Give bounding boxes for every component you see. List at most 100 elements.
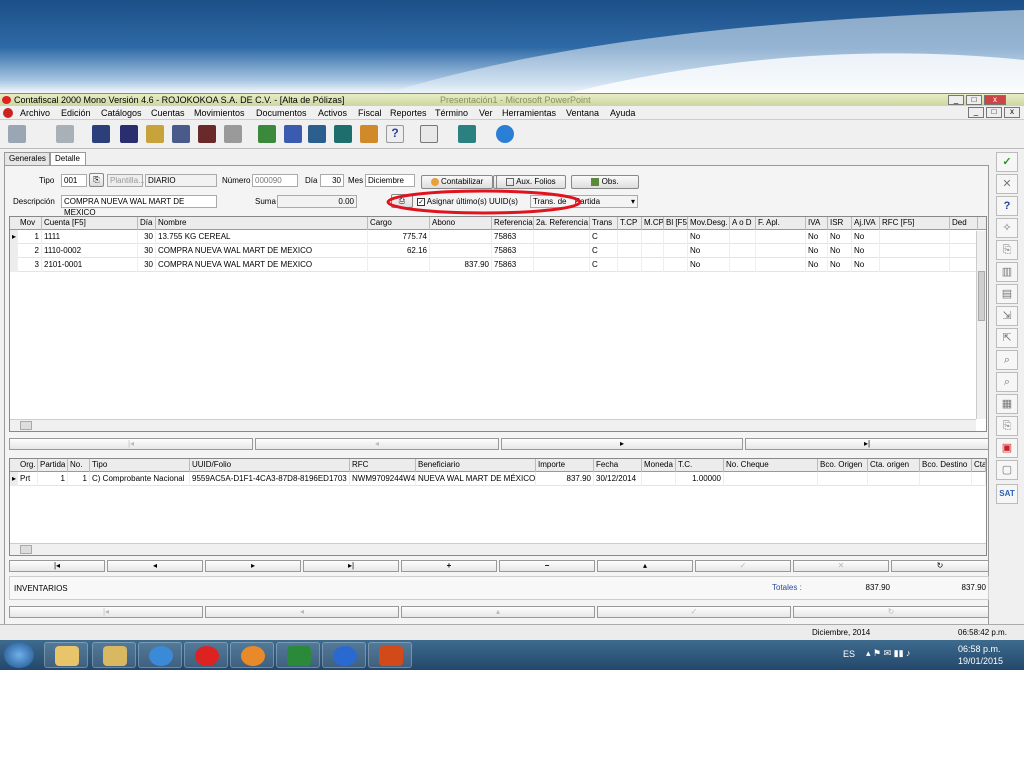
cell-bcodest[interactable]: [920, 472, 972, 486]
taskbar-aceb-app[interactable]: [230, 642, 274, 668]
col-no-cheque[interactable]: No. Cheque: [724, 459, 818, 472]
movement-row[interactable]: 2 1110-0002 30 COMPRA NUEVA WAL MART DE MEX…: [10, 244, 978, 258]
mes-field[interactable]: Diciembre: [365, 174, 415, 187]
documents-hscroll-thumb[interactable]: [20, 545, 32, 554]
cell-tipo[interactable]: C) Comprobante Nacional: [90, 472, 190, 486]
col-isr[interactable]: ISR: [828, 217, 852, 230]
cell-cuenta[interactable]: 1111: [42, 230, 138, 244]
network-icon[interactable]: [458, 125, 476, 143]
cell-dia[interactable]: 30: [138, 258, 156, 272]
mdi-close-button[interactable]: x: [1004, 107, 1020, 118]
menu-catalogos[interactable]: Catálogos: [101, 108, 142, 118]
books-icon[interactable]: [146, 125, 164, 143]
menu-herramientas[interactable]: Herramientas: [502, 108, 556, 118]
col-cta-destino[interactable]: Cta.: [972, 459, 986, 472]
close-button[interactable]: x: [984, 95, 1006, 105]
menu-termino[interactable]: Término: [435, 108, 468, 118]
col-bco-origen[interactable]: Bco. Origen: [818, 459, 868, 472]
movements-vscroll-thumb[interactable]: [978, 271, 985, 321]
tipo-field[interactable]: 001: [61, 174, 87, 187]
organization-icon[interactable]: [92, 125, 110, 143]
cell-fapl[interactable]: [756, 244, 806, 258]
row-indicator-icon[interactable]: [10, 258, 18, 272]
ledger-icon[interactable]: [198, 125, 216, 143]
cell-fapl[interactable]: [756, 258, 806, 272]
cell-trans[interactable]: C: [590, 230, 618, 244]
cell-mov[interactable]: 1: [18, 230, 42, 244]
col-org[interactable]: Org.: [18, 459, 38, 472]
cell-bl[interactable]: [664, 230, 688, 244]
pdf-icon[interactable]: ▣: [996, 438, 1018, 458]
col-tc[interactable]: T.C.: [676, 459, 724, 472]
col-partida[interactable]: Partida: [38, 459, 68, 472]
app-menu-icon[interactable]: [3, 108, 13, 118]
col-no[interactable]: No.: [68, 459, 90, 472]
tab-generales[interactable]: Generales: [4, 152, 50, 166]
tab-detalle[interactable]: Detalle: [50, 152, 86, 166]
documents-hscrollbar[interactable]: [10, 543, 986, 555]
help-side-icon[interactable]: ?: [996, 196, 1018, 216]
movement-row[interactable]: 3 2101-0001 30 COMPRA NUEVA WAL MART DE MEX…: [10, 258, 978, 272]
cell-ctaorig[interactable]: [868, 472, 920, 486]
save-icon[interactable]: [8, 125, 26, 143]
import-icon[interactable]: ⇲: [996, 306, 1018, 326]
cell-bl[interactable]: [664, 258, 688, 272]
cell-isr[interactable]: No: [828, 244, 852, 258]
cell-iva[interactable]: No: [806, 258, 828, 272]
cell-desg[interactable]: No: [688, 258, 730, 272]
menu-ventana[interactable]: Ventana: [566, 108, 599, 118]
movements-hscrollbar[interactable]: [10, 419, 976, 431]
doc-cancel-icon[interactable]: ✕: [793, 560, 889, 572]
cell-rfc[interactable]: NWM9709244W4: [350, 472, 416, 486]
dia-field[interactable]: 30: [320, 174, 344, 187]
cell-mcp[interactable]: [642, 230, 664, 244]
clipboard-icon[interactable]: ▢: [996, 460, 1018, 480]
cell-cheque[interactable]: [724, 472, 818, 486]
cell-bl[interactable]: [664, 244, 688, 258]
cell-nombre[interactable]: 13.755 KG CEREAL: [156, 230, 368, 244]
cell-mov[interactable]: 2: [18, 244, 42, 258]
movements-hscroll-thumb[interactable]: [20, 421, 32, 430]
cell-mov[interactable]: 3: [18, 258, 42, 272]
cell-mcp[interactable]: [642, 244, 664, 258]
cell-importe[interactable]: 837.90: [536, 472, 594, 486]
cell-desg[interactable]: No: [688, 244, 730, 258]
sat-icon[interactable]: [360, 125, 378, 143]
cell-abono[interactable]: 837.90: [430, 258, 492, 272]
language-indicator[interactable]: ES: [843, 649, 855, 659]
nav-prior-icon[interactable]: ◂: [255, 438, 499, 450]
col-cta-origen[interactable]: Cta. origen: [868, 459, 920, 472]
cell-ref2[interactable]: [534, 244, 590, 258]
doc-delete-icon[interactable]: −: [499, 560, 595, 572]
col-cuenta[interactable]: Cuenta [F5]: [42, 217, 138, 230]
cell-dia[interactable]: 30: [138, 244, 156, 258]
calculator-icon[interactable]: [334, 125, 352, 143]
col-referencia[interactable]: Referencia: [492, 217, 534, 230]
col-dia[interactable]: Día: [138, 217, 156, 230]
descripcion-field[interactable]: COMPRA NUEVA WAL MART DE MEXICO: [61, 195, 217, 217]
cell-rfc[interactable]: [880, 244, 950, 258]
poliza-post-icon[interactable]: ✓: [597, 606, 791, 618]
cell-aod[interactable]: [730, 244, 756, 258]
taskbar-excel-app[interactable]: [276, 642, 320, 668]
row-indicator-icon[interactable]: ▸: [10, 472, 18, 486]
cell-partida[interactable]: 1: [38, 472, 68, 486]
cell-bcoorig[interactable]: [818, 472, 868, 486]
clock-time[interactable]: 06:58 p.m.: [958, 644, 1001, 654]
doc-edit-icon[interactable]: ▴: [597, 560, 693, 572]
cell-tc[interactable]: 1.00000: [676, 472, 724, 486]
doc-post-icon[interactable]: ✓: [695, 560, 791, 572]
menu-reportes[interactable]: Reportes: [390, 108, 427, 118]
print-side-icon[interactable]: ▤: [996, 284, 1018, 304]
row-indicator-icon[interactable]: ▸: [10, 230, 18, 244]
catalog-icon[interactable]: [120, 125, 138, 143]
help-icon[interactable]: ?: [386, 125, 404, 143]
col-aj-iva[interactable]: Aj.IVA: [852, 217, 880, 230]
maximize-button[interactable]: □: [966, 95, 982, 105]
movement-row[interactable]: ▸ 1 1111 30 13.755 KG CEREAL 775.74 75863 C No No…: [10, 230, 978, 244]
movements-vscrollbar[interactable]: [976, 231, 986, 419]
menu-documentos[interactable]: Documentos: [256, 108, 307, 118]
tipo-lookup-button[interactable]: ⎘: [89, 173, 104, 187]
cell-trans[interactable]: C: [590, 244, 618, 258]
menu-cuentas[interactable]: Cuentas: [151, 108, 185, 118]
